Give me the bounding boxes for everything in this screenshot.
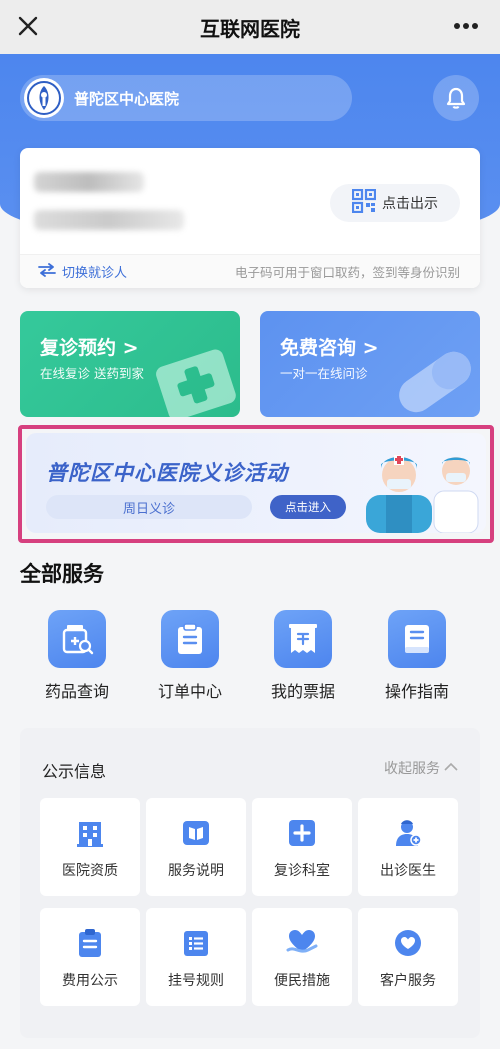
blurred-patient-name: [34, 172, 144, 192]
e-code-hint: 电子码可用于窗口取药，签到等身份识别: [234, 265, 460, 280]
close-icon[interactable]: [12, 10, 44, 42]
page-title: 互联网医院: [200, 16, 300, 41]
service-label: 药品查询: [44, 682, 109, 701]
patient-card: 点击出示 切换就诊人 电子码可用于窗口取药，签到等身份识别: [20, 148, 480, 288]
banner-tag: 周日义诊: [46, 495, 252, 519]
navigation-bar: 互联网医院: [0, 0, 500, 54]
switch-patient-button[interactable]: 切换就诊人: [38, 262, 127, 281]
medical-kit-icon: [140, 337, 240, 417]
doctor-icon: [391, 816, 425, 850]
swap-arrows-icon: [38, 262, 56, 281]
info-convenience-measures[interactable]: 便民措施: [252, 908, 352, 1006]
collapse-label: 收起服务: [384, 761, 440, 777]
follow-up-title: 复诊预约 >: [40, 337, 139, 359]
more-options-icon[interactable]: [446, 10, 486, 42]
info-label: 客户服务: [380, 973, 436, 989]
banner-title: 普陀区中心医院义诊活动: [46, 461, 288, 485]
free-clinic-banner[interactable]: 普陀区中心医院义诊活动 周日义诊 点击进入: [26, 433, 486, 533]
doctors-illustration-icon: [346, 435, 486, 533]
info-label: 出诊医生: [380, 863, 436, 879]
info-registration-rules[interactable]: 挂号规则: [146, 908, 246, 1006]
clipboard-icon: [161, 610, 219, 668]
hospital-selector[interactable]: 普陀区中心医院: [20, 75, 352, 121]
qr-code-icon: [351, 188, 377, 217]
free-consultation-title: 免费咨询 >: [280, 337, 379, 359]
public-info-panel: 公示信息 收起服务 医院资质 服务说明 复诊科室 出诊医生 费用公示 挂号规则 …: [20, 728, 480, 1038]
info-label: 费用公示: [62, 973, 118, 989]
public-info-title: 公示信息: [42, 762, 107, 781]
book-icon: [179, 816, 213, 850]
clipboard-list-icon: [73, 926, 107, 960]
info-hospital-qualification[interactable]: 医院资质: [40, 798, 140, 896]
service-operation-guide[interactable]: 操作指南: [362, 610, 472, 702]
info-fee-disclosure[interactable]: 费用公示: [40, 908, 140, 1006]
notification-bell-icon[interactable]: [433, 75, 479, 121]
heart-hand-icon: [285, 926, 319, 960]
service-label: 我的票据: [270, 682, 335, 701]
show-code-button[interactable]: 点击出示: [330, 184, 460, 222]
all-services-title: 全部服务: [20, 562, 104, 586]
receipt-icon: [274, 610, 332, 668]
info-service-description[interactable]: 服务说明: [146, 798, 246, 896]
chevron-up-icon: [444, 760, 458, 776]
service-medicine-search[interactable]: 药品查询: [22, 610, 132, 702]
switch-patient-label: 切换就诊人: [62, 266, 128, 281]
medicine-search-icon: [48, 610, 106, 668]
info-label: 服务说明: [168, 863, 224, 879]
info-visiting-doctors[interactable]: 出诊医生: [358, 798, 458, 896]
free-consultation-card[interactable]: 免费咨询 > 一对一在线问诊: [260, 311, 480, 417]
guide-book-icon: [388, 610, 446, 668]
pill-capsule-icon: [380, 337, 480, 417]
card-footer: 切换就诊人 电子码可用于窗口取药，签到等身份识别: [20, 254, 480, 288]
info-label: 便民措施: [274, 973, 330, 989]
follow-up-appointment-card[interactable]: 复诊预约 > 在线复诊 送药到家: [20, 311, 240, 417]
show-code-label: 点击出示: [382, 196, 438, 212]
service-label: 订单中心: [157, 682, 222, 701]
service-order-center[interactable]: 订单中心: [135, 610, 245, 702]
customer-service-icon: [391, 926, 425, 960]
hospital-name: 普陀区中心医院: [74, 89, 180, 108]
info-customer-service[interactable]: 客户服务: [358, 908, 458, 1006]
info-label: 复诊科室: [274, 863, 330, 879]
info-label: 挂号规则: [168, 973, 224, 989]
blurred-patient-id: [34, 210, 184, 230]
collapse-services-button[interactable]: 收起服务: [384, 758, 458, 778]
info-label: 医院资质: [62, 863, 118, 879]
follow-up-subtitle: 在线复诊 送药到家: [40, 366, 144, 381]
banner-enter-button[interactable]: 点击进入: [270, 495, 346, 519]
medical-cross-icon: [285, 816, 319, 850]
free-consultation-subtitle: 一对一在线问诊: [280, 366, 368, 381]
service-label: 操作指南: [384, 682, 449, 701]
hospital-logo-icon: [24, 78, 64, 118]
info-follow-up-departments[interactable]: 复诊科室: [252, 798, 352, 896]
rules-list-icon: [179, 926, 213, 960]
service-my-receipts[interactable]: 我的票据: [248, 610, 358, 702]
building-icon: [73, 816, 107, 850]
